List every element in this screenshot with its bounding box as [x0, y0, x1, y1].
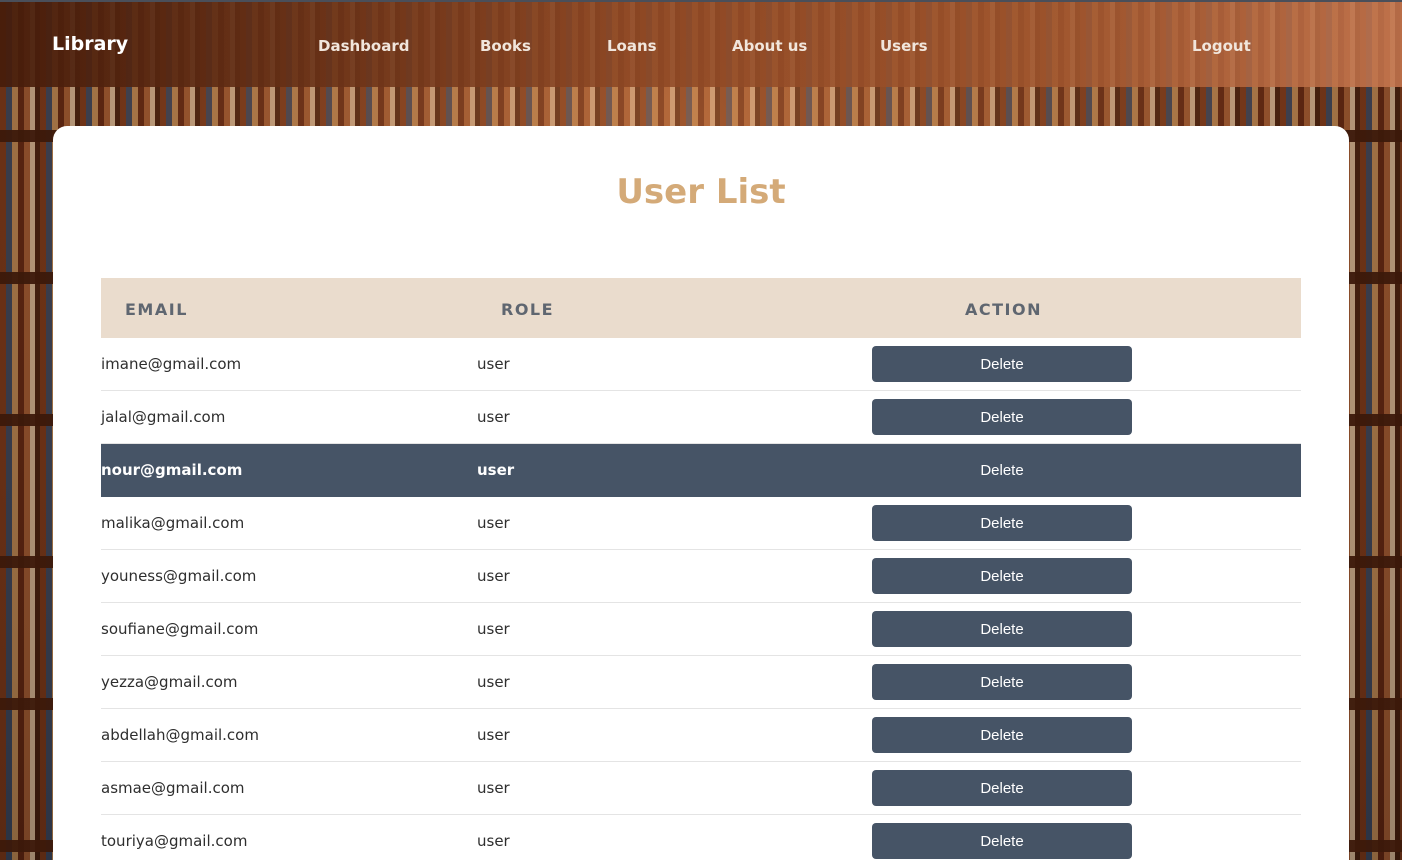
delete-button[interactable]: Delete	[872, 452, 1132, 488]
nav-dashboard[interactable]: Dashboard	[318, 37, 409, 55]
header-action: ACTION	[965, 300, 1042, 319]
role-cell: user	[477, 355, 510, 373]
role-cell: user	[477, 673, 510, 691]
delete-button[interactable]: Delete	[872, 823, 1132, 859]
email-cell: nour@gmail.com	[101, 461, 243, 479]
table-body: imane@gmail.com user Delete jalal@gmail.com…	[101, 338, 1301, 860]
table-row[interactable]: soufiane@gmail.com user Delete	[101, 603, 1301, 656]
delete-button[interactable]: Delete	[872, 346, 1132, 382]
email-cell: touriya@gmail.com	[101, 832, 248, 850]
nav-books[interactable]: Books	[480, 37, 531, 55]
table-row[interactable]: yezza@gmail.com user Delete	[101, 656, 1301, 709]
delete-button[interactable]: Delete	[872, 717, 1132, 753]
table-header: EMAIL ROLE ACTION	[101, 278, 1301, 338]
email-cell: imane@gmail.com	[101, 355, 242, 373]
email-cell: jalal@gmail.com	[101, 408, 226, 426]
delete-button[interactable]: Delete	[872, 664, 1132, 700]
table-row[interactable]: malika@gmail.com user Delete	[101, 497, 1301, 550]
delete-button[interactable]: Delete	[872, 399, 1132, 435]
email-cell: youness@gmail.com	[101, 567, 257, 585]
users-table: EMAIL ROLE ACTION imane@gmail.com user Del…	[101, 278, 1301, 860]
logout-link[interactable]: Logout	[1192, 37, 1251, 55]
delete-button[interactable]: Delete	[872, 505, 1132, 541]
email-cell: asmae@gmail.com	[101, 779, 245, 797]
nav-users[interactable]: Users	[880, 37, 928, 55]
role-cell: user	[477, 620, 510, 638]
table-row[interactable]: touriya@gmail.com user Delete	[101, 815, 1301, 860]
page-title: User List	[616, 172, 786, 212]
role-cell: user	[477, 514, 510, 532]
email-cell: soufiane@gmail.com	[101, 620, 259, 638]
table-row[interactable]: nour@gmail.com user Delete	[101, 444, 1301, 497]
email-cell: yezza@gmail.com	[101, 673, 238, 691]
table-row[interactable]: jalal@gmail.com user Delete	[101, 391, 1301, 444]
role-cell: user	[477, 408, 510, 426]
email-cell: abdellah@gmail.com	[101, 726, 259, 744]
email-cell: malika@gmail.com	[101, 514, 245, 532]
table-row[interactable]: imane@gmail.com user Delete	[101, 338, 1301, 391]
delete-button[interactable]: Delete	[872, 611, 1132, 647]
role-cell: user	[477, 461, 515, 479]
delete-button[interactable]: Delete	[872, 770, 1132, 806]
navbar: Library Dashboard Books Loans About us U…	[0, 0, 1402, 87]
nav-loans[interactable]: Loans	[607, 37, 657, 55]
role-cell: user	[477, 567, 510, 585]
role-cell: user	[477, 832, 510, 850]
role-cell: user	[477, 726, 510, 744]
nav-about-us[interactable]: About us	[732, 37, 807, 55]
brand-logo[interactable]: Library	[52, 33, 128, 55]
table-row[interactable]: abdellah@gmail.com user Delete	[101, 709, 1301, 762]
header-role: ROLE	[501, 300, 555, 319]
table-row[interactable]: asmae@gmail.com user Delete	[101, 762, 1301, 815]
role-cell: user	[477, 779, 510, 797]
table-row[interactable]: youness@gmail.com user Delete	[101, 550, 1301, 603]
delete-button[interactable]: Delete	[872, 558, 1132, 594]
header-email: EMAIL	[125, 300, 188, 319]
